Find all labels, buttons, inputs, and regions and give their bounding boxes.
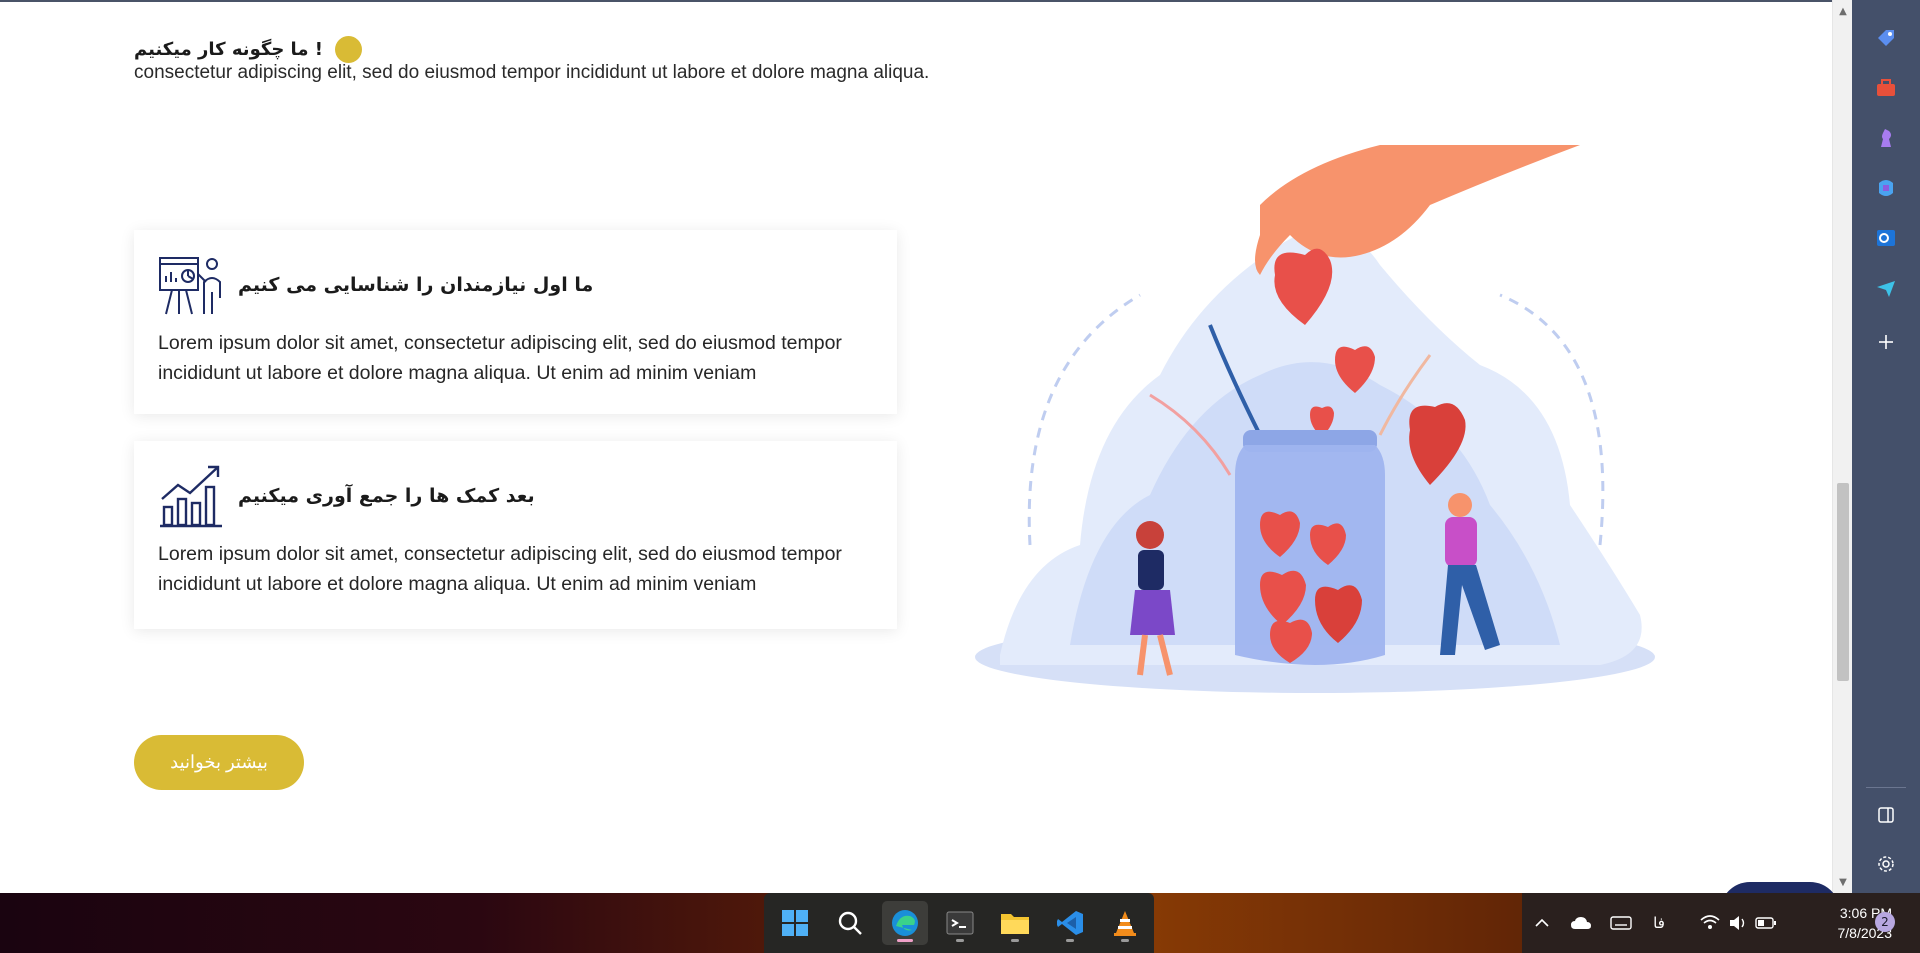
growth-chart-icon <box>160 465 222 528</box>
sidebar-divider <box>1866 787 1906 788</box>
card-body: Lorem ipsum dolor sit amet, consectetur … <box>158 332 842 384</box>
browser-viewport: ! ما چگونه کار میکنیم consectetur adipis… <box>0 0 1832 893</box>
outlook-icon[interactable] <box>1870 222 1902 254</box>
tag-icon[interactable] <box>1870 22 1902 54</box>
scroll-up-arrow-icon[interactable]: ▲ <box>1833 2 1853 20</box>
card-body: Lorem ipsum dolor sit amet, consectetur … <box>158 543 842 595</box>
terminal-icon[interactable] <box>937 901 983 945</box>
donation-jar-illustration <box>975 145 1655 693</box>
active-app-indicator <box>897 939 913 942</box>
section-subtitle: consectetur adipiscing elit, sed do eius… <box>134 62 930 83</box>
read-more-button[interactable]: بیشتر بخوانید <box>134 735 304 790</box>
scroll-down-arrow-icon[interactable]: ▼ <box>1833 873 1853 891</box>
split-screen-icon[interactable] <box>1870 799 1902 831</box>
card-collect-donations: بعد کمک ها را جمع آوری میکنیم Lorem ipsu… <box>134 441 897 629</box>
card-identify-needy: ما اول نیازمندان را شناسایی می کنیم Lore… <box>134 230 897 414</box>
vscode-icon[interactable] <box>1047 901 1093 945</box>
page-scrollbar[interactable]: ▲ ▼ <box>1832 0 1852 893</box>
battery-icon[interactable] <box>1754 911 1778 935</box>
section-header: ! ما چگونه کار میکنیم <box>134 34 362 64</box>
toolbox-icon[interactable] <box>1870 72 1902 104</box>
accent-dot <box>334 35 362 63</box>
keyboard-icon[interactable] <box>1608 911 1634 935</box>
cloud-sync-icon[interactable] <box>1568 911 1594 935</box>
notification-badge[interactable]: 2 <box>1875 912 1895 932</box>
edge-sidebar <box>1852 0 1920 893</box>
settings-icon[interactable] <box>1870 848 1902 880</box>
system-tray: فا 3:06 PM 7/8/2023 <box>1522 893 1920 953</box>
edge-icon[interactable] <box>882 901 928 945</box>
vlc-icon[interactable] <box>1102 901 1148 945</box>
presentation-board-icon <box>159 257 221 315</box>
running-app-indicator <box>1121 939 1129 942</box>
copilot-icon[interactable] <box>1870 172 1902 204</box>
add-icon[interactable] <box>1870 326 1902 358</box>
send-icon[interactable] <box>1870 272 1902 304</box>
windows-start-icon[interactable] <box>772 901 818 945</box>
running-app-indicator <box>1011 939 1019 942</box>
chess-icon[interactable] <box>1870 122 1902 154</box>
running-app-indicator <box>1066 939 1074 942</box>
taskbar-dock <box>764 893 1154 953</box>
card-title: ما اول نیازمندان را شناسایی می کنیم <box>238 274 594 296</box>
card-header: بعد کمک ها را جمع آوری میکنیم <box>158 463 535 529</box>
card-title: بعد کمک ها را جمع آوری میکنیم <box>238 485 535 507</box>
language-indicator[interactable]: فا <box>1646 911 1672 935</box>
file-explorer-icon[interactable] <box>992 901 1038 945</box>
chevron-up-icon[interactable] <box>1532 911 1552 935</box>
running-app-indicator <box>956 939 964 942</box>
wifi-icon[interactable] <box>1698 911 1722 935</box>
window-top-border <box>0 0 1832 2</box>
card-header: ما اول نیازمندان را شناسایی می کنیم <box>158 252 593 318</box>
volume-icon[interactable] <box>1726 911 1750 935</box>
section-title: ! ما چگونه کار میکنیم <box>134 38 323 60</box>
scroll-thumb[interactable] <box>1837 483 1849 681</box>
search-icon[interactable] <box>827 901 873 945</box>
